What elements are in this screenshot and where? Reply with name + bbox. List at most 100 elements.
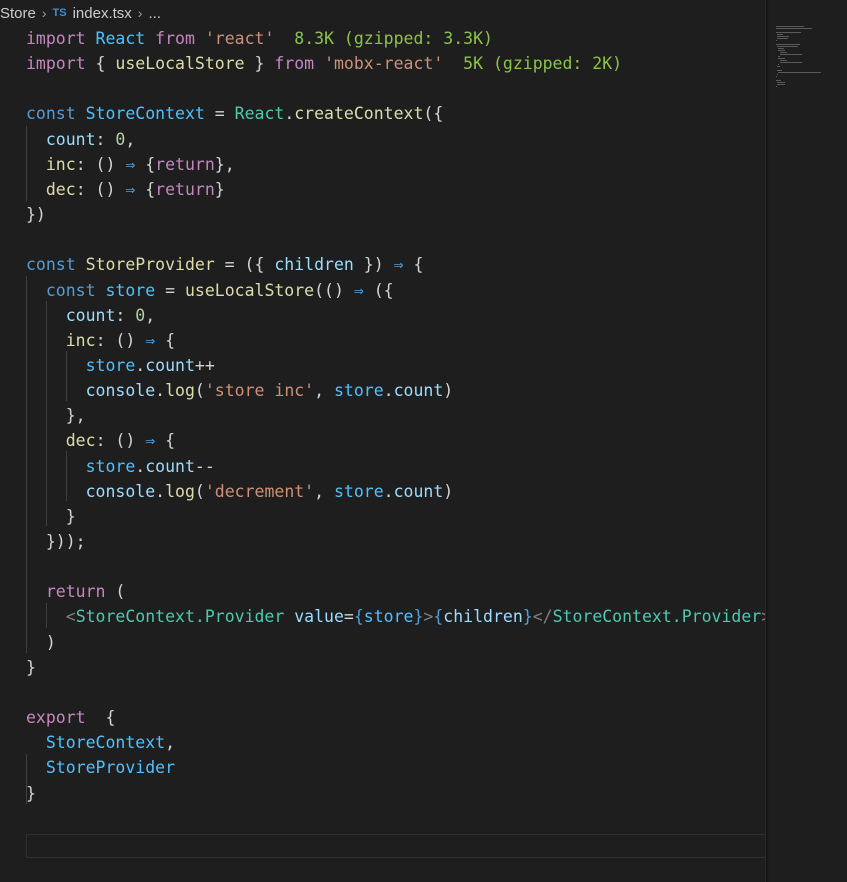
code-line[interactable]: const store = useLocalStore(() ⇒ ({ [26,278,394,303]
code-token: children [443,607,523,627]
code-token: { [155,330,176,350]
minimap-shadow [766,0,769,882]
code-line[interactable]: const StoreProvider = ({ children }) ⇒ { [26,252,423,277]
code-token: : [95,129,116,149]
code-token: < [65,607,76,627]
minimap-line [777,46,799,47]
code-token: ⇒ [353,280,364,300]
minimap-line [776,28,812,29]
breadcrumb-symbol[interactable]: ... [148,5,161,22]
code-token: { [403,255,424,275]
code-token: console [85,381,156,401]
chevron-right-icon: › [137,5,143,21]
code-token: { [155,431,176,451]
code-token: : () [75,179,126,199]
code-line[interactable]: count: 0, [26,303,155,328]
code-line[interactable]: console.log('store inc', store.count) [26,378,454,403]
code-token: StoreContext.Provider [75,607,285,627]
minimap-line [776,80,782,81]
minimap-line [776,86,777,87]
code-token: . [383,381,394,401]
code-line[interactable]: return ( [26,579,125,604]
code-line[interactable]: dec: () ⇒ { [26,428,175,453]
code-line[interactable]: inc: () ⇒ { [26,328,175,353]
typescript-file-icon: TS [52,7,67,19]
code-line[interactable]: }) [26,202,46,227]
code-token: store [363,607,414,627]
code-token: }, [214,154,235,174]
code-token: } [26,783,36,803]
code-line[interactable]: dec: () ⇒ {return} [26,177,225,202]
code-token: 'decrement' [204,481,315,501]
code-token: ) [443,381,454,401]
code-token: { [85,708,116,728]
code-token: return [155,179,215,199]
code-line[interactable]: StoreContext, [26,730,175,755]
code-token: ( [194,381,205,401]
code-line[interactable]: inc: () ⇒ {return}, [26,152,235,177]
code-line[interactable]: } [26,781,36,806]
code-line[interactable]: ) [26,630,56,655]
code-line[interactable]: console.log('decrement', store.count) [26,479,454,504]
code-line[interactable]: } [26,655,36,680]
code-line[interactable]: export { [26,705,115,730]
code-token: > [423,607,434,627]
code-line[interactable]: store.count++ [26,353,215,378]
code-token: return [45,582,106,602]
breadcrumb-file[interactable]: index.tsx [73,5,132,22]
code-token: : () [95,330,146,350]
code-line[interactable]: StoreProvider [26,755,175,780]
code-token: ⇒ [145,330,156,350]
code-token: useLocalStore [184,280,315,300]
code-line[interactable]: const StoreContext = React.createContext… [26,101,443,126]
code-line[interactable]: count: 0, [26,127,135,152]
code-token: StoreContext [85,104,205,124]
breadcrumb-folder[interactable]: Store [0,5,36,22]
code-token: const [26,104,76,124]
code-token: })); [26,532,86,551]
minimap-line [779,52,788,53]
code-token: useLocalStore [115,54,245,74]
minimap-line [777,70,782,71]
code-token: = ({ [214,255,275,275]
code-line[interactable]: })); [26,529,86,554]
minimap-line [778,64,779,65]
code-token: log [165,381,195,401]
code-token: ⇒ [145,431,156,451]
code-token: . [383,481,394,501]
code-token: . [155,381,166,401]
minimap-line [776,40,778,41]
code-line[interactable]: <StoreContext.Provider value={store}>{ch… [26,604,765,629]
code-token: import [26,29,86,48]
code-token: count [145,456,195,476]
minimap-line [779,60,788,61]
minimap-line [776,76,777,77]
code-token: dec [45,179,76,199]
code-token: } [522,607,533,627]
code-token: StoreContext.Provider [552,607,762,627]
code-line[interactable]: import React from 'react' 8.3K (gzipped:… [26,26,493,51]
code-token: count [65,305,116,325]
code-line[interactable]: store.count-- [26,454,215,479]
chevron-right-icon: › [41,5,47,21]
code-line[interactable]: } [26,504,76,529]
code-token: } [413,607,424,627]
code-token: React [95,29,146,48]
code-line[interactable]: import { useLocalStore } from 'mobx-reac… [26,51,622,76]
minimap[interactable] [765,0,847,882]
code-line[interactable]: }, [26,403,86,428]
import-cost-hint: 8.3K (gzipped: 3.3K) [294,29,493,48]
import-cost-hint: 5K (gzipped: 2K) [463,54,623,74]
code-token: store [334,381,384,401]
code-token: = [343,607,354,627]
code-editor[interactable]: import React from 'react' 8.3K (gzipped:… [0,26,765,882]
breadcrumb: Store › TS index.tsx › ... [0,0,161,26]
